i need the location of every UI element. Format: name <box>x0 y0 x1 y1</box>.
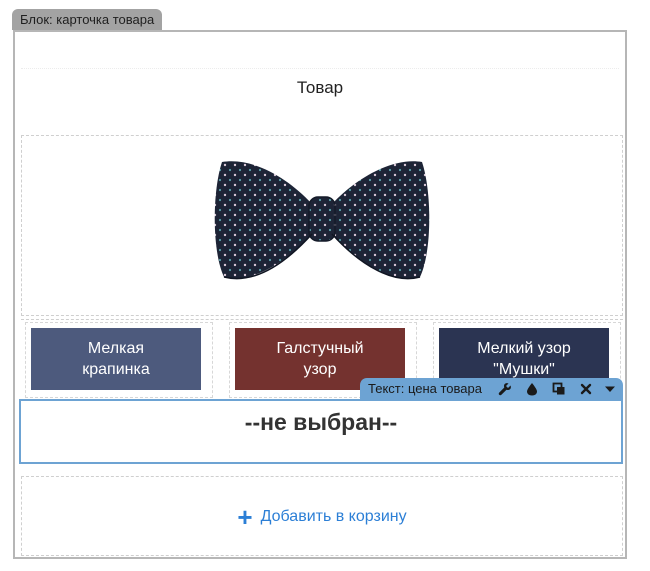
variant-cell: Мелкая крапинка <box>25 322 213 398</box>
block-label: Блок: карточка товара <box>12 9 163 30</box>
caret-down-icon[interactable] <box>602 381 618 397</box>
element-toolbar: Текст: цена товара <box>360 378 623 400</box>
product-card-block: Товар Мелкая крапинка Галстучный узор Ме… <box>13 30 627 559</box>
close-icon[interactable] <box>578 381 594 397</box>
drop-icon[interactable] <box>524 381 540 397</box>
add-to-cart-container: + Добавить в корзину <box>21 476 623 556</box>
add-to-cart-label: Добавить в корзину <box>260 508 407 525</box>
bow-tie-image <box>214 161 430 280</box>
wrench-icon[interactable] <box>497 381 513 397</box>
product-image-container <box>21 135 623 316</box>
plus-icon: + <box>237 502 253 532</box>
variant-button-small-dots[interactable]: Мелкая крапинка <box>31 328 201 390</box>
copy-icon[interactable] <box>551 381 567 397</box>
toolbar-label: Текст: цена товара <box>368 381 482 396</box>
price-text-block[interactable]: --не выбран-- <box>19 399 623 464</box>
add-to-cart-button[interactable]: + Добавить в корзину <box>22 502 622 532</box>
product-title: Товар <box>21 68 619 106</box>
